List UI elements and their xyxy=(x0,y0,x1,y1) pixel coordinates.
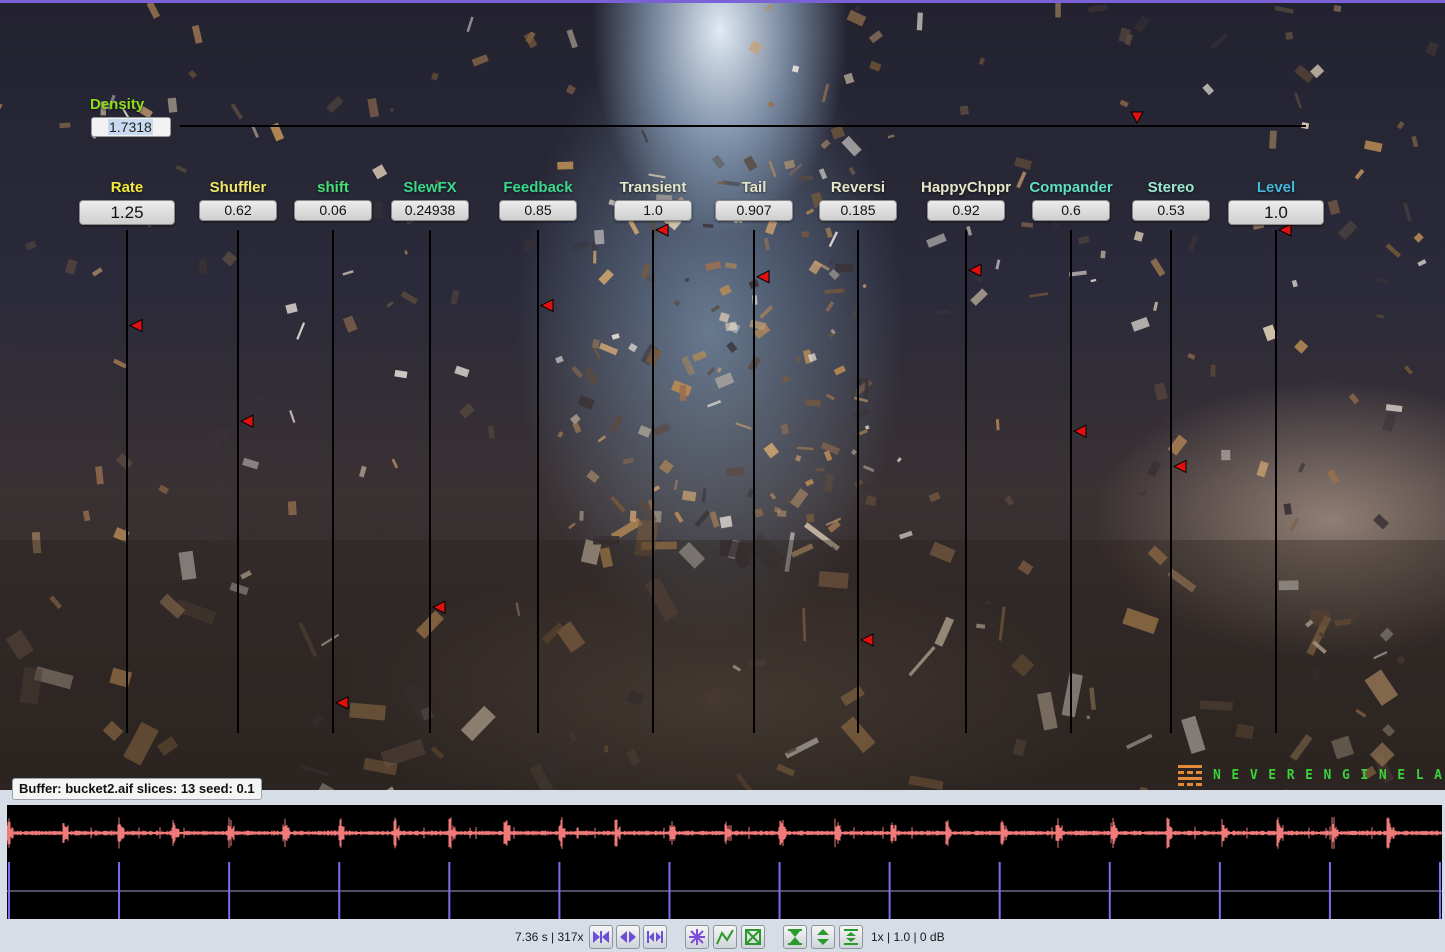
zoom-vertical-fit-icon xyxy=(844,929,858,945)
transient-label: Transient xyxy=(619,179,687,196)
happychppr-slider-handle[interactable] xyxy=(967,263,982,278)
buffer-time-readout: 7.36 s | 317x xyxy=(515,930,584,944)
shift-value-field[interactable]: 0.06 xyxy=(294,200,372,221)
waveform-graph xyxy=(7,817,1442,919)
stereo-label: Stereo xyxy=(1147,179,1195,196)
level-slider-handle[interactable] xyxy=(1277,223,1292,237)
feedback-slider-handle[interactable] xyxy=(539,298,554,313)
envelope-icon xyxy=(716,929,734,945)
zoom-in-vertical-button[interactable] xyxy=(783,925,807,949)
rate-value-field[interactable]: 1.25 xyxy=(79,200,175,225)
shift-label: shift xyxy=(317,179,349,196)
rate-slider-handle[interactable] xyxy=(128,318,143,333)
slewfx-slider-handle[interactable] xyxy=(431,600,446,615)
logo-mark-icon xyxy=(1178,765,1202,786)
logo-text: NEVERENGINELABS xyxy=(1213,767,1445,783)
snowflake-icon xyxy=(689,929,705,945)
gain-readout: 1x | 1.0 | 0 dB xyxy=(871,930,945,944)
zoom-vertical-out-icon xyxy=(817,929,829,945)
waveform-display[interactable] xyxy=(7,805,1442,919)
rate-label: Rate xyxy=(110,179,144,196)
happychppr-label: HappyChppr xyxy=(921,179,1011,196)
happychppr-value-field[interactable]: 0.92 xyxy=(927,200,1005,221)
jump-both-icon xyxy=(620,931,636,943)
compander-slider-handle[interactable] xyxy=(1072,424,1087,439)
reversi-slider-handle[interactable] xyxy=(859,633,874,647)
level-value-field[interactable]: 1.0 xyxy=(1228,200,1324,225)
stereo-value-field[interactable]: 0.53 xyxy=(1132,200,1210,221)
transient-slider-handle[interactable] xyxy=(654,223,669,237)
stereo-slider-handle[interactable] xyxy=(1172,459,1187,474)
slider-layer xyxy=(126,111,1306,733)
zoom-vertical-in-icon xyxy=(788,929,802,945)
feedback-label: Feedback xyxy=(503,179,573,196)
jump-both-button[interactable] xyxy=(616,925,640,949)
envelope-button[interactable] xyxy=(713,925,737,949)
random-button[interactable] xyxy=(741,925,765,949)
tail-label: Tail xyxy=(741,179,767,196)
buffer-info-label: Buffer: bucket2.aif slices: 13 seed: 0.1 xyxy=(12,778,262,800)
jump-start-icon xyxy=(593,931,609,943)
shift-slider-handle[interactable] xyxy=(334,696,349,710)
shuffler-slider-handle[interactable] xyxy=(239,414,254,428)
tail-value-field[interactable]: 0.907 xyxy=(715,200,793,221)
buffer-toolbar: 7.36 s | 317x 1x | 1.0 | 0 dB xyxy=(0,922,1445,952)
freeze-button[interactable] xyxy=(685,925,709,949)
level-label: Level xyxy=(1256,179,1296,196)
feedback-value-field[interactable]: 0.85 xyxy=(499,200,577,221)
random-icon xyxy=(745,929,761,945)
jump-end-icon xyxy=(647,931,663,943)
compander-label: Compander xyxy=(1029,179,1113,196)
slewfx-label: SlewFX xyxy=(403,179,457,196)
reversi-value-field[interactable]: 0.185 xyxy=(819,200,897,221)
zoom-fit-vertical-button[interactable] xyxy=(839,925,863,949)
logo: NEVERENGINELABS xyxy=(1177,763,1445,787)
tail-slider-handle[interactable] xyxy=(755,269,770,284)
transient-value-field[interactable]: 1.0 xyxy=(614,200,692,221)
jump-start-button[interactable] xyxy=(589,925,613,949)
jump-end-button[interactable] xyxy=(643,925,667,949)
compander-value-field[interactable]: 0.6 xyxy=(1032,200,1110,221)
shuffler-label: Shuffler xyxy=(209,179,267,196)
reversi-label: Reversi xyxy=(830,179,886,196)
slewfx-value-field[interactable]: 0.24938 xyxy=(391,200,469,221)
shuffler-value-field[interactable]: 0.62 xyxy=(199,200,277,221)
zoom-out-vertical-button[interactable] xyxy=(811,925,835,949)
density-slider-handle[interactable] xyxy=(1130,111,1144,125)
